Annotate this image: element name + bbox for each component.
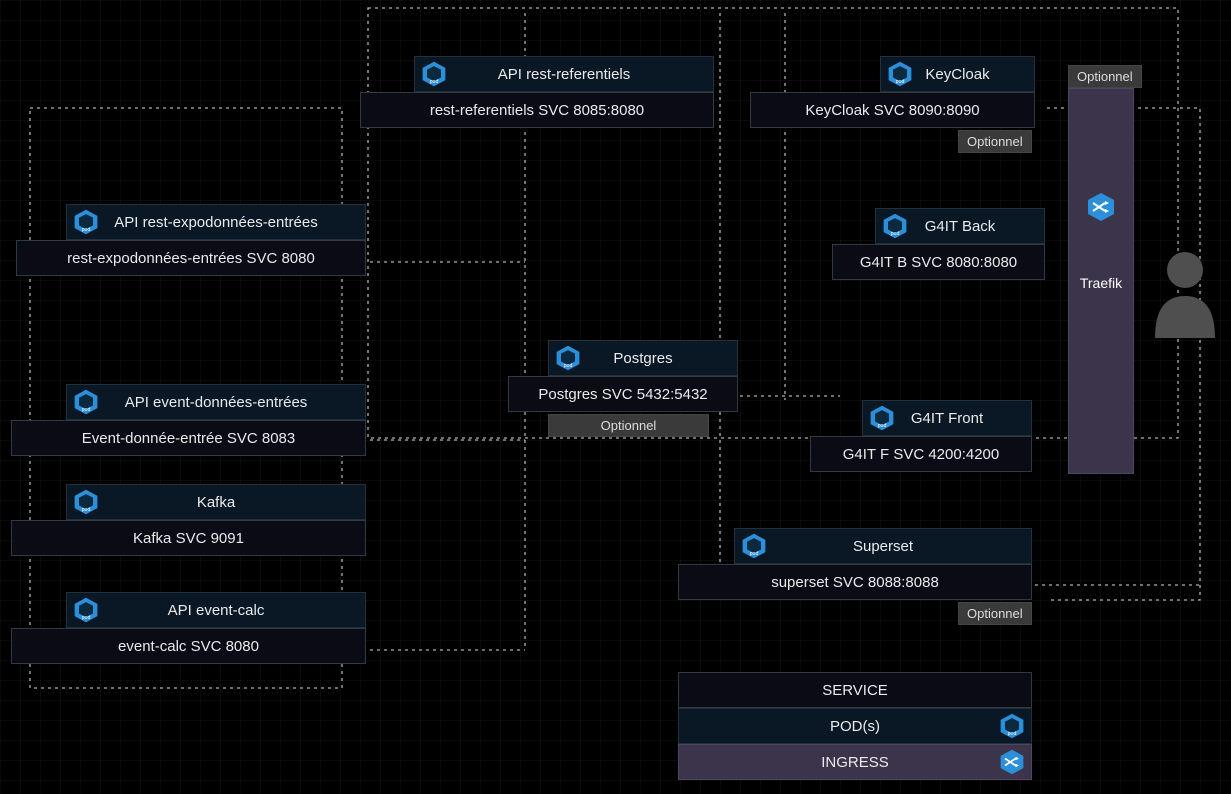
svg-text:pod: pod: [82, 227, 91, 233]
svg-text:pod: pod: [82, 407, 91, 413]
legend-service: SERVICE: [678, 672, 1032, 708]
node-api-rest-referentiels: pod API rest-referentiels: [414, 56, 714, 92]
pod-label: API event-données-entrées: [125, 394, 308, 411]
user-icon: [1150, 248, 1220, 338]
pod-label: Superset: [853, 538, 913, 555]
ingress-icon: [1085, 191, 1117, 226]
ingress-icon: [997, 747, 1027, 777]
traefik-label: Traefik: [1069, 275, 1133, 291]
svg-text:pod: pod: [896, 79, 905, 85]
svc-g4it-back: G4IT B SVC 8080:8080: [832, 244, 1045, 280]
svg-text:pod: pod: [750, 551, 759, 557]
node-keycloak: pod KeyCloak: [880, 56, 1035, 92]
legend-pod: POD(s) pod: [678, 708, 1032, 744]
pod-label: API event-calc: [168, 602, 265, 619]
pod-label: Postgres: [613, 350, 672, 367]
svc-superset: superset SVC 8088:8088: [678, 564, 1032, 600]
svg-text:pod: pod: [1008, 731, 1017, 737]
pod-api-rest-referentiels: pod API rest-referentiels: [414, 56, 714, 92]
pod-icon: pod: [71, 207, 101, 237]
pod-label: KeyCloak: [925, 66, 989, 83]
svc-label: G4IT F SVC 4200:4200: [843, 446, 999, 463]
svc-label: Postgres SVC 5432:5432: [538, 386, 707, 403]
svg-text:pod: pod: [878, 423, 887, 429]
node-api-event-calc: pod API event-calc: [66, 592, 366, 628]
node-g4it-front: pod G4IT Front: [862, 400, 1032, 436]
pod-icon: pod: [553, 343, 583, 373]
pod-label: G4IT Back: [925, 218, 996, 235]
node-postgres: pod Postgres: [548, 340, 738, 376]
svg-text:pod: pod: [564, 363, 573, 369]
node-superset: pod Superset: [734, 528, 1032, 564]
svc-g4it-front: G4IT F SVC 4200:4200: [810, 436, 1032, 472]
tag-traefik-optionnel: Optionnel: [1068, 65, 1142, 88]
svc-api-rest-referentiels: rest-referentiels SVC 8085:8080: [360, 92, 714, 128]
node-api-event-entrees: pod API event-données-entrées: [66, 384, 366, 420]
svg-text:pod: pod: [891, 231, 900, 237]
svc-label: event-calc SVC 8080: [118, 638, 259, 655]
legend-service-label: SERVICE: [822, 682, 888, 699]
pod-icon: pod: [71, 595, 101, 625]
node-kafka: pod Kafka: [66, 484, 366, 520]
pod-icon: pod: [880, 211, 910, 241]
tag-keycloak-optionnel: Optionnel: [958, 130, 1032, 153]
svc-label: Event-donnée-entrée SVC 8083: [82, 430, 295, 447]
legend: SERVICE POD(s) pod INGRESS: [678, 672, 1032, 780]
svg-text:pod: pod: [82, 507, 91, 513]
pod-icon: pod: [867, 403, 897, 433]
svc-label: Kafka SVC 9091: [133, 530, 244, 547]
pod-label: Kafka: [197, 494, 235, 511]
pod-icon: pod: [739, 531, 769, 561]
pod-label: API rest-referentiels: [498, 66, 631, 83]
svc-api-event-entrees: Event-donnée-entrée SVC 8083: [11, 420, 366, 456]
svc-label: KeyCloak SVC 8090:8090: [805, 102, 979, 119]
svc-label: rest-referentiels SVC 8085:8080: [430, 102, 644, 119]
svc-label: G4IT B SVC 8080:8080: [860, 254, 1017, 271]
legend-ingress: INGRESS: [678, 744, 1032, 780]
legend-pod-label: POD(s): [830, 718, 880, 735]
node-api-rest-expo: pod API rest-expodonnées-entrées: [66, 204, 366, 240]
pod-icon: pod: [885, 59, 915, 89]
node-g4it-back: pod G4IT Back: [875, 208, 1045, 244]
svc-label: superset SVC 8088:8088: [771, 574, 939, 591]
svc-keycloak: KeyCloak SVC 8090:8090: [750, 92, 1035, 128]
svg-text:pod: pod: [430, 79, 439, 85]
svc-api-event-calc: event-calc SVC 8080: [11, 628, 366, 664]
node-traefik: Traefik: [1068, 88, 1134, 474]
pod-label: G4IT Front: [911, 410, 983, 427]
legend-ingress-label: INGRESS: [821, 754, 889, 771]
tag-postgres-optionnel: Optionnel: [548, 414, 709, 437]
svc-label: rest-expodonnées-entrées SVC 8080: [67, 250, 315, 267]
pod-icon: pod: [71, 387, 101, 417]
pod-icon: pod: [71, 487, 101, 517]
pod-label: API rest-expodonnées-entrées: [114, 214, 317, 231]
svc-postgres: Postgres SVC 5432:5432: [508, 376, 738, 412]
pod-icon: pod: [419, 59, 449, 89]
tag-superset-optionnel: Optionnel: [958, 602, 1032, 625]
svg-text:pod: pod: [82, 615, 91, 621]
svc-kafka: Kafka SVC 9091: [11, 520, 366, 556]
pod-icon: pod: [997, 711, 1027, 741]
svc-api-rest-expo: rest-expodonnées-entrées SVC 8080: [16, 240, 366, 276]
